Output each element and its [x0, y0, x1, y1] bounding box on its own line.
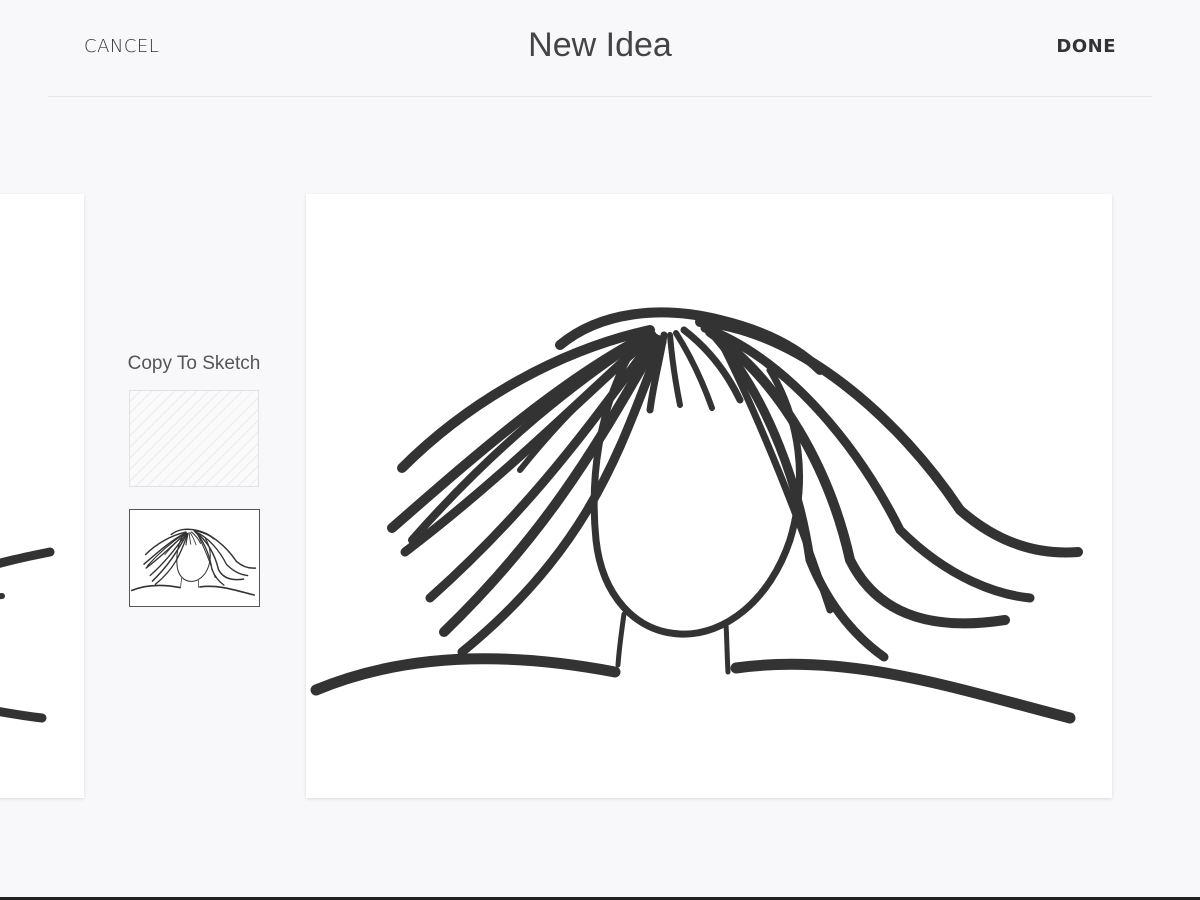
sketch-stroke: [730, 658, 1076, 724]
sketch-stroke: [189, 532, 197, 546]
sketch-stroke: [188, 532, 192, 545]
sketch-stroke: [146, 533, 185, 567]
sketch-stroke: [180, 577, 183, 587]
sketch-stroke: [615, 611, 627, 668]
done-button[interactable]: DONE: [1056, 36, 1116, 57]
copy-to-sketch-drop-target[interactable]: [129, 390, 259, 487]
sketch-stroke: [310, 653, 621, 696]
sketch-thumbnail-drawing: [130, 528, 257, 596]
hair-face-sketch: [310, 307, 1083, 724]
sketch-stroke: [667, 332, 683, 408]
previous-sketch-drawing: [0, 547, 55, 723]
sketch-stroke: [408, 336, 644, 544]
page-title: New Idea: [528, 26, 672, 64]
sketch-canvas[interactable]: [306, 194, 1112, 798]
sketch-thumbnail[interactable]: [129, 509, 260, 607]
sketch-stroke: [199, 585, 255, 596]
copy-to-sketch-label: Copy To Sketch: [127, 353, 261, 374]
header-divider: [48, 96, 1152, 97]
previous-sketch-card[interactable]: [0, 194, 84, 798]
sketch-stroke: [151, 532, 188, 582]
sketch-stroke: [130, 584, 182, 592]
sketch-stroke: [723, 621, 731, 675]
top-bar: CANCEL New Idea DONE: [0, 0, 1200, 96]
